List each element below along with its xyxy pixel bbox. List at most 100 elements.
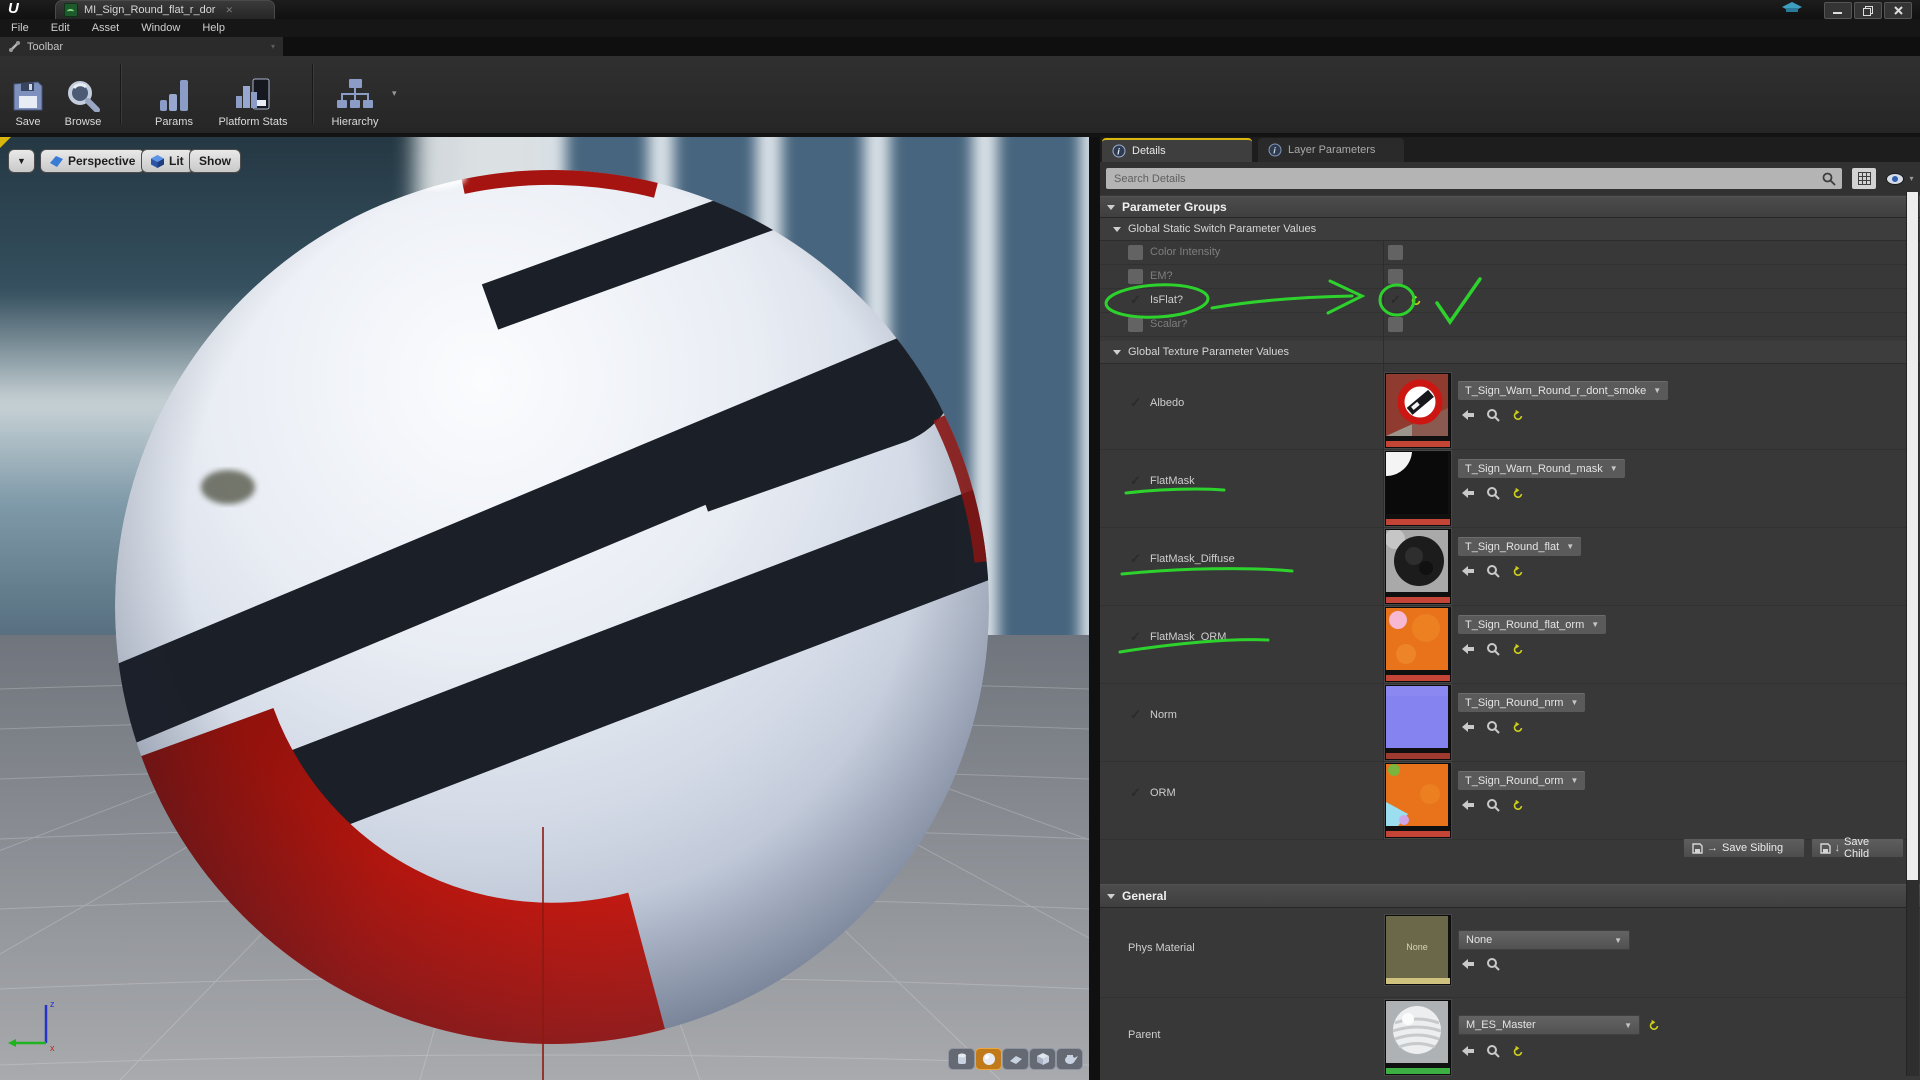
find-in-browser-button[interactable]	[1486, 798, 1500, 812]
reset-parent-button[interactable]	[1648, 1019, 1660, 1031]
tab-layer-parameters[interactable]: i Layer Parameters	[1258, 138, 1404, 162]
phys-material-dropdown[interactable]: None ▼	[1458, 930, 1630, 950]
save-child-button[interactable]: ↓ Save Child	[1811, 838, 1904, 858]
reset-to-default-button[interactable]	[1512, 799, 1524, 811]
flatmask-asset-dropdown[interactable]: T_Sign_Warn_Round_mask▼	[1458, 459, 1625, 478]
property-matrix-button[interactable]	[1852, 168, 1876, 189]
platform-stats-button[interactable]: Platform Stats	[210, 62, 296, 128]
view-options-button[interactable]: ▾	[1882, 168, 1918, 189]
preview-cylinder-button[interactable]	[948, 1048, 975, 1070]
preview-plane-button[interactable]	[1002, 1048, 1029, 1070]
flatmask-texture-thumbnail[interactable]	[1385, 451, 1451, 526]
panel-splitter[interactable]	[1089, 137, 1100, 1080]
use-selected-asset-button[interactable]	[1460, 565, 1476, 577]
toolbar-tab[interactable]: Toolbar ▾	[0, 37, 283, 56]
use-selected-asset-button[interactable]	[1460, 1045, 1476, 1057]
save-button[interactable]: Save	[6, 62, 50, 128]
toolbar-separator	[120, 64, 122, 124]
albedo-asset-dropdown[interactable]: T_Sign_Warn_Round_r_dont_smoke▼	[1458, 381, 1668, 400]
parameter-groups-header[interactable]: Parameter Groups	[1100, 196, 1920, 218]
parent-material-dropdown[interactable]: M_ES_Master ▼	[1458, 1015, 1640, 1035]
orm-asset-dropdown[interactable]: T_Sign_Round_orm▼	[1458, 771, 1585, 790]
tab-layer-parameters-label: Layer Parameters	[1288, 144, 1375, 156]
use-selected-asset-button[interactable]	[1460, 799, 1476, 811]
phys-material-thumbnail[interactable]: None	[1385, 915, 1451, 985]
flatmask-orm-texture-thumbnail[interactable]	[1385, 607, 1451, 682]
flatmask-diffuse-texture-thumbnail[interactable]	[1385, 529, 1451, 604]
reset-to-default-button[interactable]	[1512, 1045, 1524, 1057]
norm-asset-dropdown[interactable]: T_Sign_Round_nrm▼	[1458, 693, 1585, 712]
use-selected-asset-button[interactable]	[1460, 643, 1476, 655]
perspective-button[interactable]: Perspective	[40, 149, 145, 173]
switch-group-header[interactable]: Global Static Switch Parameter Values	[1100, 218, 1920, 241]
param-row-flatmask-diffuse: FlatMask_Diffuse T_Sign_Round_flat▼	[1100, 528, 1920, 606]
norm-texture-thumbnail[interactable]	[1385, 685, 1451, 760]
param-label: Scalar?	[1150, 318, 1187, 330]
show-label: Show	[199, 154, 231, 168]
use-selected-asset-button[interactable]	[1460, 721, 1476, 733]
details-scrollbar-thumb[interactable]	[1907, 192, 1918, 880]
material-preview-sphere[interactable]	[0, 137, 1089, 1080]
use-selected-asset-button[interactable]	[1460, 958, 1476, 970]
hierarchy-button[interactable]: Hierarchy	[322, 62, 388, 128]
column-divider[interactable]	[1383, 241, 1384, 840]
use-selected-asset-button[interactable]	[1460, 409, 1476, 421]
find-in-browser-button[interactable]	[1486, 642, 1500, 656]
chevron-down-icon: ▾	[271, 42, 275, 51]
reset-to-default-button[interactable]	[1512, 565, 1524, 577]
document-tab[interactable]: MI_Sign_Round_flat_r_dor ✕	[55, 0, 275, 19]
param-row-flatmask-orm: FlatMask_ORM T_Sign_Round_flat_orm▼	[1100, 606, 1920, 684]
lit-label: Lit	[169, 154, 184, 168]
find-in-browser-button[interactable]	[1486, 408, 1500, 422]
param-label: Albedo	[1150, 397, 1184, 409]
restore-button[interactable]	[1854, 2, 1882, 19]
params-button[interactable]: Params	[146, 62, 202, 128]
scalar-value-checkbox	[1388, 317, 1403, 332]
find-in-browser-button[interactable]	[1486, 720, 1500, 734]
flatmask-diffuse-asset-dropdown[interactable]: T_Sign_Round_flat▼	[1458, 537, 1581, 556]
reset-to-default-button[interactable]	[1512, 487, 1524, 499]
lit-cube-icon	[151, 155, 164, 168]
preview-custom-mesh-button[interactable]	[1056, 1048, 1083, 1070]
parent-row: Parent M_ES_Master ▼	[1100, 997, 1920, 1080]
close-button[interactable]	[1884, 2, 1912, 19]
find-in-browser-button[interactable]	[1486, 564, 1500, 578]
reset-to-default-button[interactable]	[1512, 643, 1524, 655]
search-input[interactable]	[1106, 168, 1842, 189]
orm-texture-thumbnail[interactable]	[1385, 763, 1451, 838]
details-panel: i Details i Layer Parameters ▾ Parameter…	[1100, 137, 1920, 1080]
tab-details[interactable]: i Details	[1102, 138, 1252, 162]
find-in-browser-button[interactable]	[1486, 486, 1500, 500]
use-selected-asset-button[interactable]	[1460, 487, 1476, 499]
show-button[interactable]: Show	[189, 149, 241, 173]
preview-viewport[interactable]: ▼ Perspective Lit Show Base pass shader:…	[0, 137, 1089, 1080]
menu-help[interactable]: Help	[191, 22, 236, 34]
general-header[interactable]: General	[1100, 884, 1920, 908]
flatmask-orm-asset-dropdown[interactable]: T_Sign_Round_flat_orm▼	[1458, 615, 1606, 634]
reset-to-default-button[interactable]	[1512, 409, 1524, 421]
albedo-texture-thumbnail[interactable]	[1385, 373, 1451, 448]
norm-asset-name: T_Sign_Round_nrm	[1465, 697, 1563, 709]
find-in-browser-button[interactable]	[1486, 1044, 1500, 1058]
texture-group-header[interactable]: Global Texture Parameter Values	[1100, 341, 1920, 364]
lit-button[interactable]: Lit	[141, 149, 194, 173]
reset-to-default-button[interactable]	[1512, 721, 1524, 733]
chevron-down-icon: ▼	[1610, 464, 1618, 473]
viewport-options-button[interactable]: ▼	[8, 149, 35, 173]
title-bar: U MI_Sign_Round_flat_r_dor ✕	[0, 0, 1920, 19]
browse-button[interactable]: Browse	[58, 62, 108, 128]
menu-file[interactable]: File	[0, 22, 40, 34]
find-in-browser-button[interactable]	[1486, 957, 1500, 971]
preview-cube-button[interactable]	[1029, 1048, 1056, 1070]
param-row-flatmask: FlatMask T_Sign_Warn_Round_mask▼	[1100, 450, 1920, 528]
save-sibling-button[interactable]: → Save Sibling	[1683, 838, 1805, 858]
tab-close-icon[interactable]: ✕	[225, 5, 233, 16]
menu-edit[interactable]: Edit	[40, 22, 81, 34]
menu-asset[interactable]: Asset	[81, 22, 131, 34]
menu-window[interactable]: Window	[130, 22, 191, 34]
hierarchy-dropdown-icon[interactable]: ▾	[392, 88, 397, 99]
preview-sphere-button[interactable]	[975, 1048, 1002, 1070]
minimize-button[interactable]	[1824, 2, 1852, 19]
parent-material-thumbnail[interactable]	[1385, 1000, 1451, 1075]
reset-to-default-icon[interactable]	[1410, 294, 1422, 306]
